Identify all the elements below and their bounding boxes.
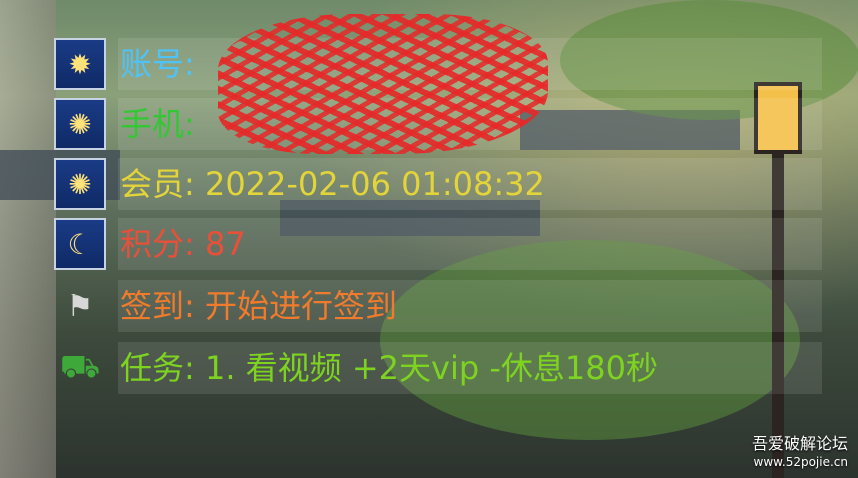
moon-viewing-icon: ☾ bbox=[54, 218, 106, 270]
watermark-url: www.52pojie.cn bbox=[753, 455, 848, 469]
sparkler-icon: ✺ bbox=[54, 158, 106, 210]
row-phone: ✺ 手机: bbox=[54, 98, 195, 150]
tractor-icon: ⛟ bbox=[59, 347, 101, 385]
background-wall bbox=[0, 0, 56, 478]
account-label: 账号: bbox=[120, 45, 195, 83]
background-tree bbox=[380, 240, 800, 440]
row-account: ✹ 账号: bbox=[54, 38, 195, 90]
bus-stop-icon: ⚑ bbox=[66, 288, 94, 324]
redaction-scribble bbox=[218, 14, 548, 154]
row-task: ⛟ 任务: 1. 看视频 +2天vip -休息180秒 bbox=[54, 342, 658, 394]
row-checkin: ⚑ 签到: 开始进行签到 bbox=[54, 280, 397, 332]
points-label: 积分: 87 bbox=[120, 225, 246, 263]
member-label: 会员: 2022-02-06 01:08:32 bbox=[120, 165, 545, 203]
watermark: 吾爱破解论坛 www.52pojie.cn bbox=[752, 434, 848, 470]
watermark-title: 吾爱破解论坛 bbox=[751, 434, 848, 453]
fireworks-icon: ✹ bbox=[54, 38, 106, 90]
phone-label: 手机: bbox=[120, 105, 195, 143]
task-label: 任务: 1. 看视频 +2天vip -休息180秒 bbox=[120, 349, 658, 387]
checkin-label: 签到: 开始进行签到 bbox=[120, 287, 397, 325]
sparkler-icon: ✺ bbox=[54, 98, 106, 150]
row-member: ✺ 会员: 2022-02-06 01:08:32 bbox=[54, 158, 545, 210]
row-points: ☾ 积分: 87 bbox=[54, 218, 246, 270]
